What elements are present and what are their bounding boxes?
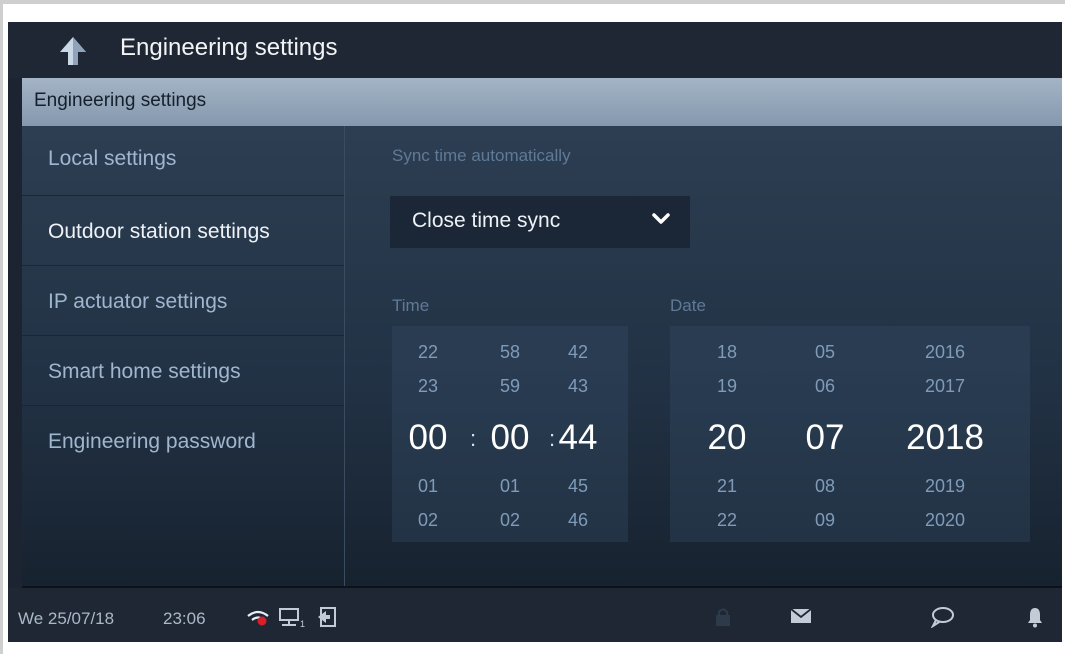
time-picker: 22 23 00 01 02 : 58 59 00 01 02 : 42 43 … bbox=[392, 326, 628, 542]
minute-option[interactable]: 58 bbox=[480, 342, 540, 363]
year-option[interactable]: 2016 bbox=[890, 342, 1000, 363]
month-option[interactable]: 08 bbox=[788, 476, 862, 497]
month-option[interactable]: 06 bbox=[788, 376, 862, 397]
second-option[interactable]: 45 bbox=[548, 476, 608, 497]
wifi-icon bbox=[247, 610, 269, 626]
mail-icon[interactable] bbox=[790, 608, 812, 624]
time-label: Time bbox=[392, 296, 430, 315]
second-selected[interactable]: 44 bbox=[548, 418, 608, 458]
sidebar-item-label: Outdoor station settings bbox=[48, 220, 270, 243]
month-selected[interactable]: 07 bbox=[788, 418, 862, 458]
minute-option[interactable]: 02 bbox=[480, 510, 540, 531]
window-frame-left bbox=[0, 0, 3, 654]
lock-icon[interactable] bbox=[714, 606, 732, 628]
second-option[interactable]: 43 bbox=[548, 376, 608, 397]
hour-option[interactable]: 22 bbox=[398, 342, 458, 363]
sidebar-item-label: IP actuator settings bbox=[48, 290, 228, 313]
year-option[interactable]: 2019 bbox=[890, 476, 1000, 497]
hour-option[interactable]: 02 bbox=[398, 510, 458, 531]
title-bar: Engineering settings bbox=[8, 22, 1062, 78]
sync-time-label: Sync time automatically bbox=[392, 146, 571, 165]
status-time: 23:06 bbox=[163, 609, 206, 628]
sidebar-item-label: Local settings bbox=[48, 147, 177, 170]
day-selected[interactable]: 20 bbox=[690, 418, 764, 458]
day-wheel[interactable]: 18 19 20 21 22 bbox=[690, 326, 764, 542]
logout-icon[interactable] bbox=[316, 606, 338, 628]
hour-option[interactable]: 23 bbox=[398, 376, 458, 397]
month-wheel[interactable]: 05 06 07 08 09 bbox=[788, 326, 862, 542]
time-separator: : bbox=[470, 426, 477, 451]
minute-wheel[interactable]: 58 59 00 01 02 bbox=[480, 326, 540, 542]
network-index: 1 bbox=[300, 619, 305, 629]
day-option[interactable]: 19 bbox=[690, 376, 764, 397]
second-option[interactable]: 42 bbox=[548, 342, 608, 363]
date-label: Date bbox=[670, 296, 706, 315]
status-bar: We 25/07/18 23:06 1 bbox=[8, 588, 1062, 642]
section-title: Engineering settings bbox=[34, 90, 207, 111]
day-option[interactable]: 22 bbox=[690, 510, 764, 531]
year-wheel[interactable]: 2016 2017 2018 2019 2020 bbox=[890, 326, 1000, 542]
status-date: We 25/07/18 bbox=[18, 609, 115, 628]
network-icon: 1 bbox=[279, 608, 305, 629]
hour-selected[interactable]: 00 bbox=[398, 418, 458, 458]
page-title: Engineering settings bbox=[120, 34, 338, 61]
bell-icon[interactable] bbox=[1026, 606, 1044, 628]
second-option[interactable]: 46 bbox=[548, 510, 608, 531]
minute-option[interactable]: 59 bbox=[480, 376, 540, 397]
second-wheel[interactable]: 42 43 44 45 46 bbox=[548, 326, 608, 542]
sidebar-item-label: Engineering password bbox=[48, 430, 256, 453]
month-option[interactable]: 09 bbox=[788, 510, 862, 531]
section-header: Engineering settings bbox=[22, 78, 1062, 126]
sidebar-item-ip-actuator-settings[interactable]: IP actuator settings bbox=[22, 266, 344, 336]
settings-sidebar: Local settings Outdoor station settings … bbox=[22, 126, 345, 586]
hour-option[interactable]: 01 bbox=[398, 476, 458, 497]
sidebar-item-engineering-password[interactable]: Engineering password bbox=[22, 406, 344, 476]
sidebar-item-smart-home-settings[interactable]: Smart home settings bbox=[22, 336, 344, 406]
minute-selected[interactable]: 00 bbox=[480, 418, 540, 458]
settings-content: Local settings Outdoor station settings … bbox=[22, 126, 1062, 588]
back-arrow-icon[interactable] bbox=[56, 36, 90, 66]
minute-option[interactable]: 01 bbox=[480, 476, 540, 497]
sidebar-item-local-settings[interactable]: Local settings bbox=[22, 126, 344, 196]
sidebar-item-outdoor-station-settings[interactable]: Outdoor station settings bbox=[22, 196, 344, 266]
year-option[interactable]: 2020 bbox=[890, 510, 1000, 531]
day-option[interactable]: 18 bbox=[690, 342, 764, 363]
sidebar-item-label: Smart home settings bbox=[48, 360, 241, 383]
year-option[interactable]: 2017 bbox=[890, 376, 1000, 397]
chat-icon[interactable] bbox=[930, 606, 954, 628]
year-selected[interactable]: 2018 bbox=[890, 418, 1000, 458]
date-picker: 18 19 20 21 22 05 06 07 08 09 2016 2017 … bbox=[670, 326, 1030, 542]
hour-wheel[interactable]: 22 23 00 01 02 bbox=[398, 326, 458, 542]
month-option[interactable]: 05 bbox=[788, 342, 862, 363]
chevron-down-icon bbox=[652, 213, 670, 224]
day-option[interactable]: 21 bbox=[690, 476, 764, 497]
window-frame-top bbox=[0, 0, 1065, 4]
time-sync-dropdown[interactable]: Close time sync bbox=[390, 196, 690, 248]
time-sync-value: Close time sync bbox=[412, 209, 561, 232]
panel-screen: Engineering settings Engineering setting… bbox=[8, 22, 1062, 642]
